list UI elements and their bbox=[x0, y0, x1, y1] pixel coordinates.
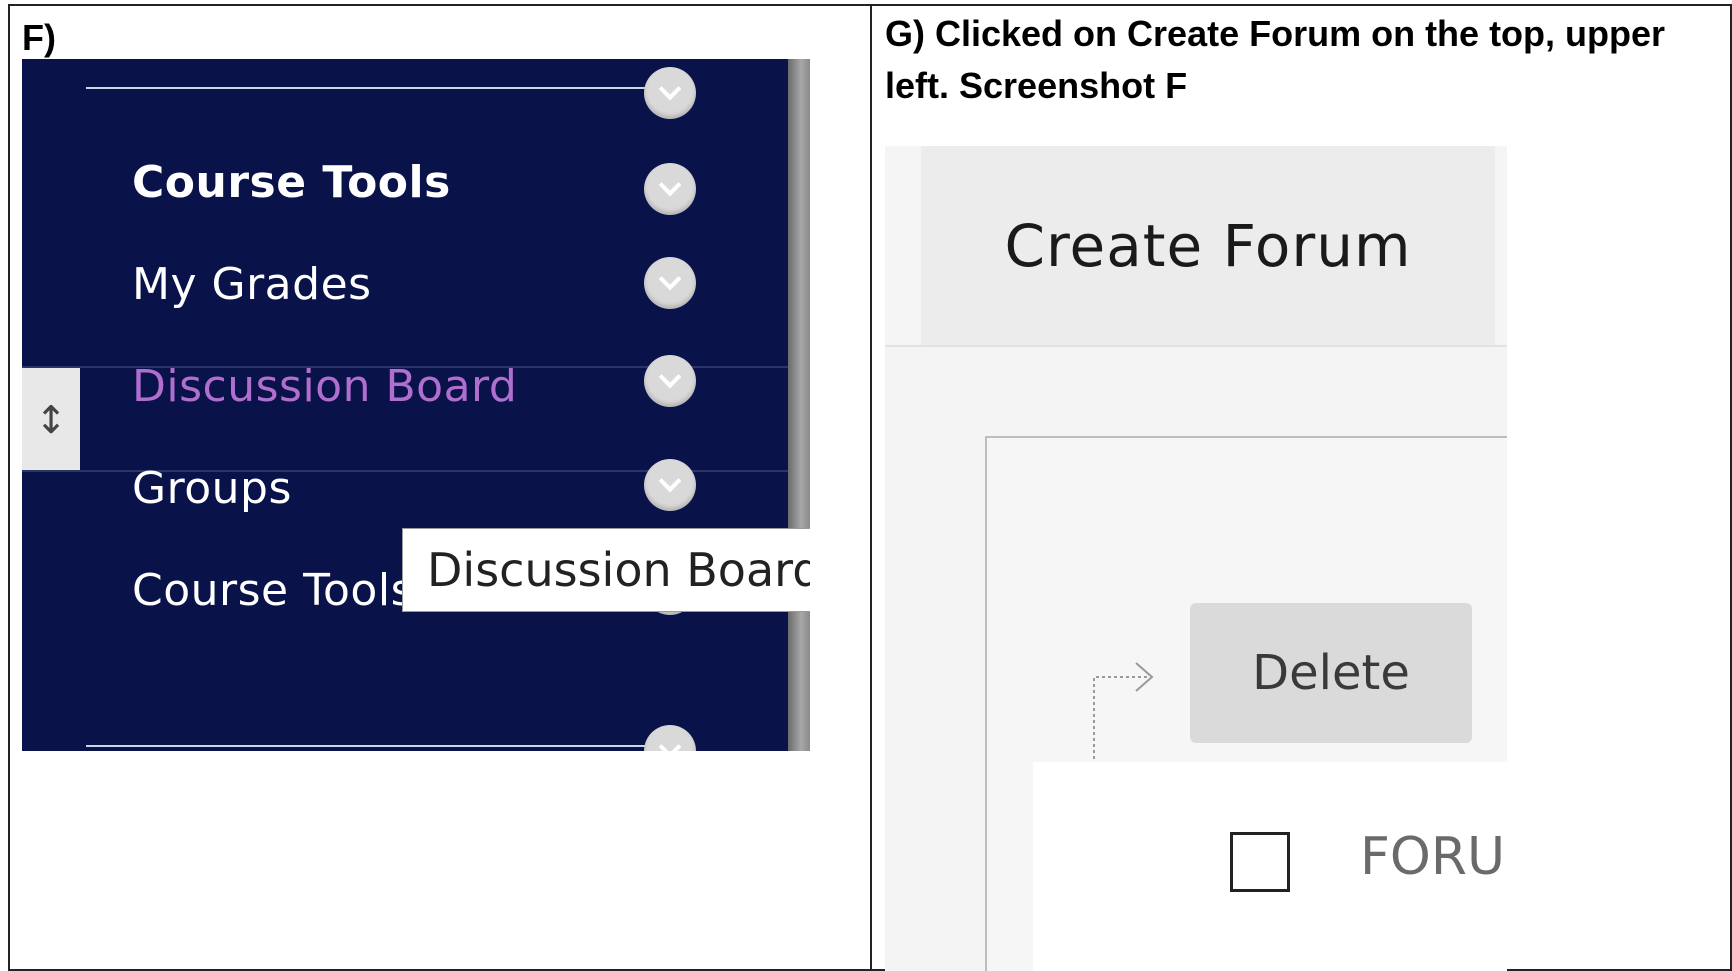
create-forum-button[interactable]: Create Forum bbox=[921, 146, 1495, 346]
menu-scroll-edge[interactable] bbox=[788, 59, 810, 751]
chevron-down-icon[interactable] bbox=[644, 459, 696, 511]
chevron-down-icon[interactable] bbox=[644, 355, 696, 407]
table-divider bbox=[870, 4, 872, 971]
chevron-down-icon[interactable] bbox=[644, 725, 696, 751]
drag-handle-icon[interactable]: ↕ bbox=[22, 368, 80, 472]
menu-item-discussion-board[interactable]: Discussion Board bbox=[132, 361, 517, 412]
bulk-action-arrow-icon bbox=[1093, 662, 1154, 771]
menu-item-my-grades[interactable]: My Grades bbox=[132, 259, 372, 310]
action-bar-gutter bbox=[1495, 146, 1507, 346]
chevron-down-icon[interactable] bbox=[644, 67, 696, 119]
menu-divider-bottom bbox=[86, 745, 666, 747]
cell-label-g: G) Clicked on Create Forum on the top, u… bbox=[885, 13, 1666, 106]
chevron-down-icon[interactable] bbox=[644, 163, 696, 215]
menu-item-course-tools[interactable]: Course Tools bbox=[132, 565, 414, 616]
tooltip: Discussion Board bbox=[402, 528, 810, 612]
select-all-checkbox[interactable] bbox=[1230, 832, 1290, 892]
action-bar-border bbox=[885, 345, 1507, 347]
cell-label-f: F) bbox=[22, 17, 56, 58]
delete-button[interactable]: Delete bbox=[1190, 603, 1472, 743]
menu-divider-top bbox=[86, 87, 666, 89]
forum-page-screenshot: Create Forum Delete FORU bbox=[885, 146, 1507, 971]
forum-column-header[interactable]: FORU bbox=[1360, 827, 1505, 887]
menu-item-course-tools-heading[interactable]: Course Tools bbox=[132, 157, 451, 208]
course-menu-screenshot: Course Tools My Grades ↕ Discussion Boar… bbox=[22, 59, 810, 751]
menu-item-groups[interactable]: Groups bbox=[132, 463, 292, 514]
action-bar-gutter bbox=[885, 146, 921, 346]
chevron-down-icon[interactable] bbox=[644, 257, 696, 309]
